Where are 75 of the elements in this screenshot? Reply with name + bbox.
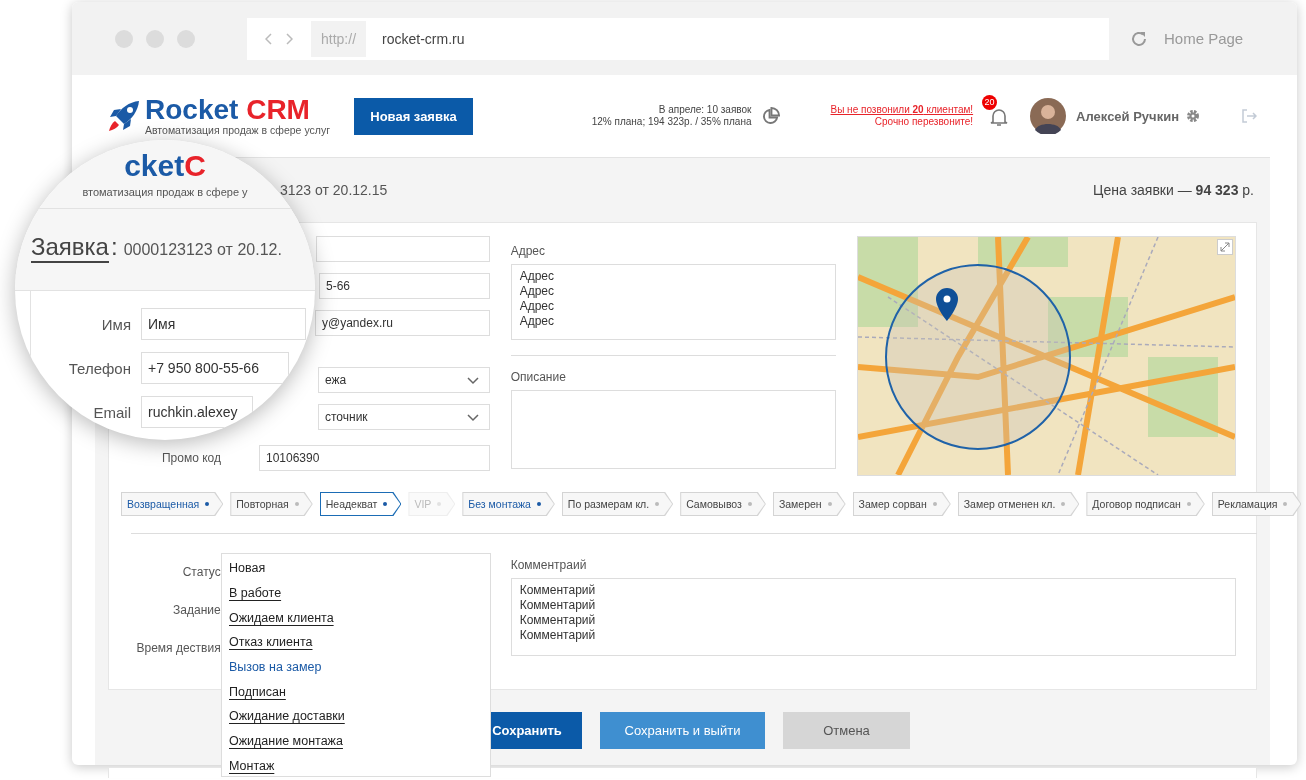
logo-text: Rocket xyxy=(145,94,239,125)
tag-chip[interactable]: Возвращенная xyxy=(121,492,224,516)
bell-icon[interactable] xyxy=(990,107,1009,127)
cancel-button[interactable]: Отмена xyxy=(783,712,910,749)
user-name[interactable]: Алексей Ручкин xyxy=(1076,108,1179,124)
rocket-icon xyxy=(107,99,141,133)
avatar-icon[interactable] xyxy=(1030,98,1067,134)
field-label: Описание xyxy=(510,370,567,384)
status-option[interactable]: В работе xyxy=(229,586,282,601)
address-bar[interactable]: http:// rocket-crm.ru xyxy=(247,17,1109,60)
select-field[interactable]: сточник xyxy=(318,404,490,430)
text-field[interactable] xyxy=(316,236,490,262)
status-option[interactable]: Вызов на замер xyxy=(229,660,322,675)
url-scheme: http:// xyxy=(311,20,367,57)
text-field[interactable]: 10106390 xyxy=(259,445,490,471)
field-label: Статус xyxy=(182,565,221,579)
text-field[interactable]: y@yandex.ru xyxy=(315,310,490,336)
field-label: Email xyxy=(93,403,131,421)
url-text: rocket-crm.ru xyxy=(382,30,465,47)
status-option[interactable]: Подписан xyxy=(229,684,286,699)
expand-icon[interactable] xyxy=(1217,239,1233,255)
text-field[interactable]: ruchkin.alexey xyxy=(141,396,253,428)
logo-text: C xyxy=(184,149,206,182)
tag-chip[interactable]: Без монтажа xyxy=(462,492,555,516)
comment-textarea[interactable]: Комментарий Комментарий Комментарий Комментарий xyxy=(510,578,1236,656)
tag-chip[interactable]: Рекламация xyxy=(1211,492,1302,516)
text-field[interactable]: 5-66 xyxy=(319,273,490,299)
tag-chip[interactable]: По размерам кл. xyxy=(561,492,674,516)
chevron-down-icon xyxy=(467,414,479,422)
tag-chip[interactable]: Замер сорван xyxy=(852,492,951,516)
plan-stats-text: 12% плана; 194 323р. / 35% плана xyxy=(591,116,752,128)
status-option[interactable]: Новая xyxy=(229,561,266,576)
order-number: 0000123123 от 20.12. xyxy=(123,241,282,259)
field-label: Телефон xyxy=(68,359,131,377)
status-option[interactable]: Отказ клиента xyxy=(229,635,313,650)
field-label: Имя xyxy=(101,315,131,333)
chevron-down-icon xyxy=(467,377,479,385)
title-separator: : xyxy=(110,233,118,261)
tag-chip[interactable]: Повторная xyxy=(230,492,313,516)
field-label: Адрес xyxy=(510,244,546,258)
new-order-button[interactable]: Новая заявка xyxy=(354,97,473,135)
forward-icon[interactable] xyxy=(285,32,293,45)
tag-chip[interactable]: Замерен xyxy=(772,492,846,516)
status-option[interactable]: Монтаж xyxy=(229,758,275,773)
field-label: Комментраий xyxy=(510,558,588,572)
status-option[interactable]: Ожидание доставки xyxy=(229,709,345,724)
logo-tagline: Автоматизация продаж в сфере услуг xyxy=(145,124,330,136)
select-field[interactable]: ежа xyxy=(318,367,490,393)
logo-text: cket xyxy=(124,149,185,182)
tag-chip[interactable]: Самовывоз xyxy=(680,492,766,516)
text-field[interactable]: Имя xyxy=(141,308,306,340)
logo-text: CRM xyxy=(246,94,310,125)
field-label: Промо код xyxy=(161,451,221,465)
address-textarea[interactable]: Адрес Адрес Адрес Адрес xyxy=(510,264,837,340)
field-label: Задание xyxy=(173,603,221,617)
logo-tagline: втоматизация продаж в сфере у xyxy=(82,186,248,198)
pie-chart-icon[interactable] xyxy=(761,106,781,126)
tag-chip[interactable]: Неадекват xyxy=(319,492,402,516)
callback-warning: Срочно перезвоните! xyxy=(873,116,974,128)
order-title: 3123 от 20.12.15 xyxy=(280,182,388,198)
plan-stats-text: В апреле: 10 заявок xyxy=(657,104,752,116)
settings-icon[interactable] xyxy=(1185,108,1201,124)
status-option[interactable]: Ожидаем клиента xyxy=(229,610,334,625)
back-icon[interactable] xyxy=(265,32,273,45)
text-field[interactable]: +7 950 800-55-66 xyxy=(141,352,289,384)
order-title-link[interactable]: Заявка xyxy=(31,233,109,263)
tag-chip[interactable]: Договор подписан xyxy=(1086,492,1205,516)
status-option[interactable]: Ожидание монтажа xyxy=(229,734,343,749)
notification-badge: 20 xyxy=(982,95,998,110)
field-label: Время дествия xyxy=(136,641,221,655)
order-price: Цена заявки — 94 323 р. xyxy=(1093,182,1254,198)
missed-calls-link[interactable]: Вы не позвонили 20 клиентам! xyxy=(830,104,974,116)
logout-icon[interactable] xyxy=(1241,108,1257,124)
tag-chip[interactable]: Замер отменен кл. xyxy=(957,492,1080,516)
description-textarea[interactable] xyxy=(510,390,837,469)
